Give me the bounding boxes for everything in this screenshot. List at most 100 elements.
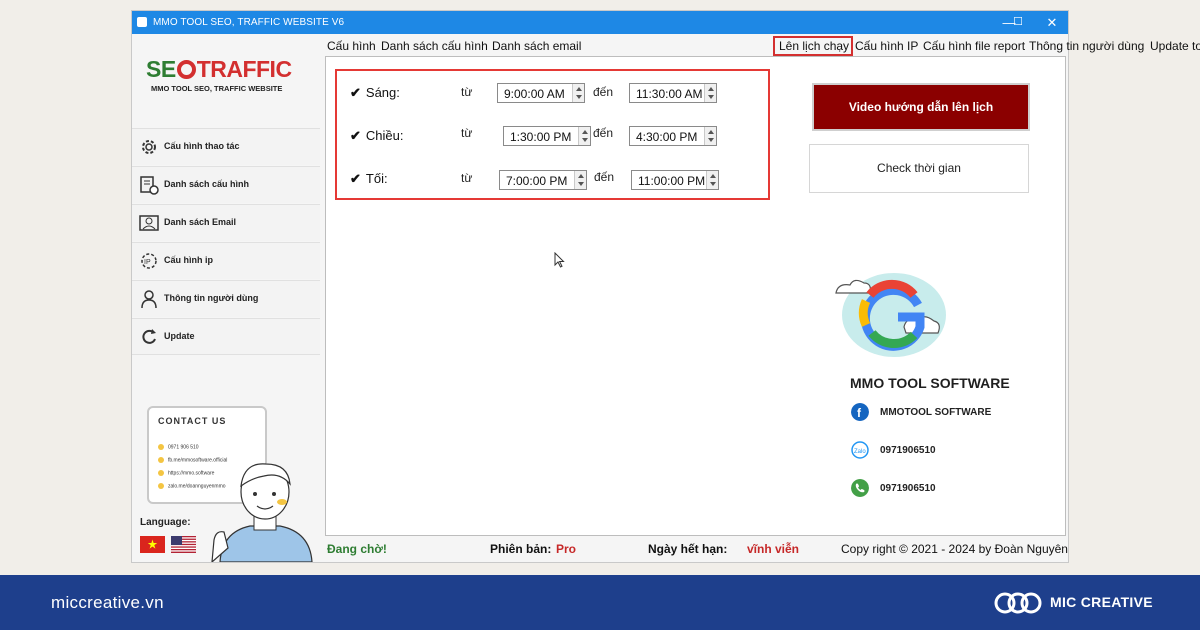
tab-danh-sach-cau-hinh[interactable]: Danh sách cấu hình xyxy=(381,39,488,53)
svg-text:Zalo: Zalo xyxy=(854,449,866,455)
footer-banner: miccreative.vn MIC CREATIVE xyxy=(0,575,1200,630)
checkbox-sang[interactable]: ✔ Sáng: xyxy=(350,85,400,101)
time-picker-sang-from[interactable]: 9:00:00 AM xyxy=(497,83,585,103)
logo-text-se: SE xyxy=(146,56,176,82)
sidebar-item-danh-sach-cau-hinh[interactable]: Danh sách cấu hình xyxy=(132,166,320,203)
phone-icon xyxy=(851,479,869,497)
time-picker-sang-to[interactable]: 11:30:00 AM xyxy=(629,83,717,103)
to-label: đến xyxy=(594,170,615,184)
brand-title: MMO TOOL SOFTWARE xyxy=(850,375,1010,391)
email-user-icon xyxy=(139,215,159,231)
mascot-illustration xyxy=(211,463,313,562)
logo-text-traffic: TRAFFIC xyxy=(196,56,292,82)
schedule-panel: ✔ Sáng: từ 9:00:00 AM đến 11:30:00 AM ✔ Ch… xyxy=(325,56,1066,536)
from-label: từ xyxy=(461,171,473,185)
time-picker-chieu-from[interactable]: 1:30:00 PM xyxy=(503,126,591,146)
phone-contact[interactable]: 0971906510 xyxy=(851,479,1051,499)
logo-subtitle: MMO TOOL SEO, TRAFFIC WEBSITE xyxy=(151,84,283,93)
list-clock-icon xyxy=(140,176,159,195)
title-bar: MMO TOOL SEO, TRAFFIC WEBSITE V6 — ☐ ✕ xyxy=(132,11,1068,34)
site-url[interactable]: miccreative.vn xyxy=(51,593,164,613)
phone-icon xyxy=(158,444,164,450)
globe-icon xyxy=(158,470,164,476)
check-icon: ✔ xyxy=(350,85,361,100)
schedule-box: ✔ Sáng: từ 9:00:00 AM đến 11:30:00 AM ✔ Ch… xyxy=(335,69,770,200)
facebook-icon: f xyxy=(851,403,869,421)
spinner-arrows[interactable] xyxy=(574,171,586,189)
sidebar-item-danh-sach-email[interactable]: Danh sách Email xyxy=(132,204,320,241)
tab-update-tool[interactable]: Update tool xyxy=(1150,39,1200,53)
footer-brand: MIC CREATIVE xyxy=(1050,594,1153,610)
video-guide-button[interactable]: Video hướng dẫn lên lịch xyxy=(812,83,1030,131)
close-button[interactable]: ✕ xyxy=(1042,14,1062,31)
window-title: MMO TOOL SEO, TRAFFIC WEBSITE V6 xyxy=(153,17,345,28)
checkbox-label: Sáng: xyxy=(365,85,400,100)
status-bar: Đang chờ! Phiên bản: Pro Ngày hết hạn: v… xyxy=(325,539,1068,561)
tab-cau-hinh[interactable]: Cấu hình xyxy=(327,39,376,53)
from-label: từ xyxy=(461,126,473,140)
spinner-arrows[interactable] xyxy=(706,171,718,189)
tab-cau-hinh-ip[interactable]: Cấu hình IP xyxy=(855,39,918,53)
sidebar-item-label: Thông tin người dùng xyxy=(164,293,259,303)
checkbox-toi[interactable]: ✔ Tối: xyxy=(350,171,388,187)
checkbox-chieu[interactable]: ✔ Chiều: xyxy=(350,128,403,144)
expiry-label: Ngày hết hạn: xyxy=(648,542,728,556)
zalo-contact[interactable]: Zalo 0971906510 xyxy=(851,441,1051,461)
to-label: đến xyxy=(593,126,614,140)
zalo-icon xyxy=(158,483,164,489)
sidebar-item-label: Danh sách Email xyxy=(164,217,237,227)
maximize-button[interactable]: ☐ xyxy=(1008,14,1028,31)
time-picker-toi-to[interactable]: 11:00:00 PM xyxy=(631,170,719,190)
check-time-button[interactable]: Check thời gian xyxy=(809,144,1029,193)
us-flag-icon[interactable] xyxy=(171,536,196,553)
status-text: Đang chờ! xyxy=(327,542,387,556)
copyright-text: Copy right © 2021 - 2024 by Đoàn Nguyên xyxy=(841,542,1068,556)
vietnamese-flag-icon[interactable] xyxy=(140,536,165,553)
sidebar-item-thong-tin-nguoi-dung[interactable]: Thông tin người dùng xyxy=(132,280,320,317)
to-label: đến xyxy=(593,85,614,99)
contact-title: CONTACT US xyxy=(158,416,227,426)
spinner-arrows[interactable] xyxy=(704,84,716,102)
spinner-arrows[interactable] xyxy=(578,127,590,145)
sidebar-item-label: Cấu hình ip xyxy=(164,255,213,265)
google-cloud-illustration xyxy=(835,273,946,357)
gear-icon xyxy=(142,140,156,154)
sidebar-item-label: Danh sách cấu hình xyxy=(164,179,250,189)
sidebar-item-update[interactable]: Update xyxy=(132,318,320,355)
sidebar-item-label: Cấu hình thao tác xyxy=(164,141,240,151)
time-picker-chieu-to[interactable]: 4:30:00 PM xyxy=(629,126,717,146)
check-icon: ✔ xyxy=(350,128,361,143)
sidebar: SE TRAFFIC MMO TOOL SEO, TRAFFIC WEBSITE … xyxy=(132,34,322,562)
mouse-cursor-icon xyxy=(554,252,565,268)
checkbox-label: Tối: xyxy=(365,171,388,186)
zalo-icon: Zalo xyxy=(851,441,869,459)
mic-creative-logo-icon xyxy=(994,592,1042,614)
checkbox-label: Chiều: xyxy=(365,128,404,143)
app-window: MMO TOOL SEO, TRAFFIC WEBSITE V6 — ☐ ✕ S… xyxy=(131,10,1200,563)
sidebar-item-cau-hinh-ip[interactable]: IP Cấu hình ip xyxy=(132,242,320,279)
sidebar-item-label: Update xyxy=(164,331,195,341)
target-icon xyxy=(176,60,196,79)
tab-danh-sach-email[interactable]: Danh sách email xyxy=(492,39,581,53)
seo-traffic-logo: SE TRAFFIC MMO TOOL SEO, TRAFFIC WEBSITE xyxy=(146,56,316,93)
spinner-arrows[interactable] xyxy=(572,84,584,102)
time-picker-toi-from[interactable]: 7:00:00 PM xyxy=(499,170,587,190)
app-icon xyxy=(137,17,147,27)
facebook-contact[interactable]: f MMOTOOL SOFTWARE xyxy=(851,403,1051,423)
contact-line: https://mmo.software xyxy=(158,470,214,476)
spinner-arrows[interactable] xyxy=(704,127,716,145)
version-value: Pro xyxy=(556,542,577,556)
tab-bar: Cấu hình Danh sách cấu hình Danh sách em… xyxy=(322,34,1200,56)
user-icon xyxy=(141,290,157,309)
check-icon: ✔ xyxy=(350,171,361,186)
from-label: từ xyxy=(461,85,473,99)
svg-text:IP: IP xyxy=(144,259,151,266)
refresh-icon xyxy=(142,329,156,344)
facebook-icon xyxy=(158,457,164,463)
sidebar-item-cau-hinh-thao-tac[interactable]: Cấu hình thao tác xyxy=(132,128,320,165)
version-label: Phiên bản: xyxy=(490,542,552,556)
tab-thong-tin-nguoi-dung[interactable]: Thông tin người dùng xyxy=(1029,39,1144,53)
tab-cau-hinh-file-report[interactable]: Cấu hình file report xyxy=(923,39,1025,53)
expiry-value: vĩnh viễn xyxy=(747,542,800,556)
tab-len-lich-chay[interactable]: Lên lịch chạy xyxy=(779,39,849,53)
